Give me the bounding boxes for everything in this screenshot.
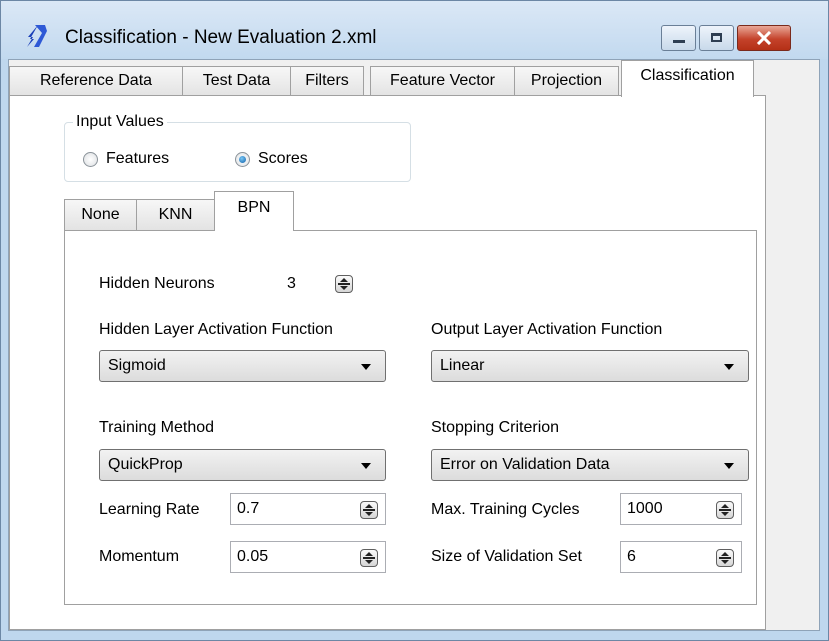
window: Classification - New Evaluation 2.xml Re… [0,0,829,641]
tab-classification[interactable]: Classification [621,60,754,97]
radio-features-label: Features [106,150,170,167]
classification-tab-page: Input Values Features Scores None KNN BP… [9,95,766,630]
radio-features-circle[interactable] [83,151,98,167]
tab-none[interactable]: None [64,199,137,230]
minimize-button[interactable] [661,25,696,51]
main-tab-strip: Reference Data Test Data Filters Feature… [9,60,819,97]
tab-test-data[interactable]: Test Data [182,66,291,96]
stopping-criterion-dropdown[interactable]: Error on Validation Data [431,449,749,481]
momentum-label: Momentum [99,548,180,565]
validation-set-size-spin-icon[interactable] [716,549,734,567]
momentum-spin-icon[interactable] [360,549,378,567]
client-area: Reference Data Test Data Filters Feature… [8,59,820,631]
app-logo-icon [23,23,49,49]
window-title: Classification - New Evaluation 2.xml [65,27,377,48]
training-method-dropdown[interactable]: QuickProp [99,449,386,481]
chevron-down-icon [361,463,371,469]
tab-knn[interactable]: KNN [136,199,215,230]
max-training-cycles-spin-icon[interactable] [716,501,734,519]
hidden-neurons-spinner[interactable]: 3 [287,275,357,295]
chevron-down-icon [724,463,734,469]
hidden-neurons-spin-icon[interactable] [335,275,353,293]
training-method-label: Training Method [99,419,215,436]
validation-set-size-input[interactable]: 6 [620,541,742,573]
output-activation-value: Linear [440,357,485,374]
close-icon [756,31,772,45]
tab-feature-vector[interactable]: Feature Vector [370,66,515,96]
output-activation-dropdown[interactable]: Linear [431,350,749,382]
tab-projection[interactable]: Projection [514,66,619,96]
radio-scores-circle[interactable] [235,151,250,167]
chevron-down-icon [361,364,371,370]
hidden-neurons-value[interactable]: 3 [287,275,296,293]
radio-scores-label: Scores [258,150,308,167]
momentum-input[interactable]: 0.05 [230,541,386,573]
training-method-value: QuickProp [108,456,183,473]
validation-set-size-label: Size of Validation Set [431,548,582,565]
validation-set-size-value[interactable]: 6 [627,548,636,566]
hidden-activation-dropdown[interactable]: Sigmoid [99,350,386,382]
maximize-icon [711,33,722,42]
learning-rate-input[interactable]: 0.7 [230,493,386,525]
tab-reference-data[interactable]: Reference Data [9,66,183,96]
learning-rate-spin-icon[interactable] [360,501,378,519]
stopping-criterion-label: Stopping Criterion [431,419,560,436]
output-activation-label: Output Layer Activation Function [431,321,663,338]
hidden-neurons-label: Hidden Neurons [99,275,215,292]
radio-scores[interactable]: Scores [235,149,308,169]
close-button[interactable] [737,25,791,51]
minimize-icon [673,40,685,43]
hidden-activation-label: Hidden Layer Activation Function [99,321,333,338]
title-bar[interactable]: Classification - New Evaluation 2.xml [1,1,828,59]
momentum-value[interactable]: 0.05 [237,548,268,566]
input-values-group: Input Values Features Scores [64,113,411,182]
bpn-settings-panel: Hidden Neurons 3 Hidden Layer Activation… [64,230,757,605]
max-training-cycles-label: Max. Training Cycles [431,501,580,518]
max-training-cycles-input[interactable]: 1000 [620,493,742,525]
stopping-criterion-value: Error on Validation Data [440,456,610,473]
maximize-button[interactable] [699,25,734,51]
tab-bpn[interactable]: BPN [214,191,294,231]
hidden-activation-value: Sigmoid [108,357,166,374]
input-values-legend: Input Values [73,113,167,131]
learning-rate-value[interactable]: 0.7 [237,500,259,518]
tab-filters[interactable]: Filters [290,66,364,96]
max-training-cycles-value[interactable]: 1000 [627,500,663,518]
chevron-down-icon [724,364,734,370]
radio-features[interactable]: Features [83,149,169,169]
learning-rate-label: Learning Rate [99,501,200,518]
